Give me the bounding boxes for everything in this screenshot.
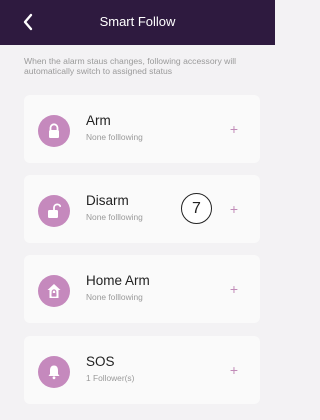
follow-item-arm[interactable]: Arm None folllowing +: [24, 95, 260, 163]
add-follower-button[interactable]: +: [222, 117, 246, 141]
add-follower-button[interactable]: +: [222, 197, 246, 221]
follow-item-sos[interactable]: SOS 1 Follower(s) +: [24, 336, 260, 404]
home-arm-icon: [38, 275, 70, 307]
page-title: Smart Follow: [99, 14, 176, 29]
follow-item-disarm[interactable]: Disarm None folllowing +: [24, 175, 260, 243]
item-status: None folllowing: [86, 292, 143, 302]
follow-item-home-arm[interactable]: Home Arm None folllowing +: [24, 255, 260, 323]
top-bar: Smart Follow: [0, 0, 275, 45]
item-title: Home Arm: [86, 273, 150, 288]
lock-icon: [38, 115, 70, 147]
item-status: 1 Follower(s): [86, 373, 135, 383]
item-title: Arm: [86, 113, 111, 128]
item-status: None folllowing: [86, 132, 143, 142]
item-status: None folllowing: [86, 212, 143, 222]
unlock-icon: [38, 195, 70, 227]
step-number-badge: 7: [181, 193, 212, 224]
add-follower-button[interactable]: +: [222, 277, 246, 301]
add-follower-button[interactable]: +: [222, 358, 246, 382]
bell-icon: [38, 356, 70, 388]
item-title: Disarm: [86, 193, 129, 208]
item-title: SOS: [86, 354, 115, 369]
description-text: When the alarm staus changes, following …: [24, 56, 237, 76]
